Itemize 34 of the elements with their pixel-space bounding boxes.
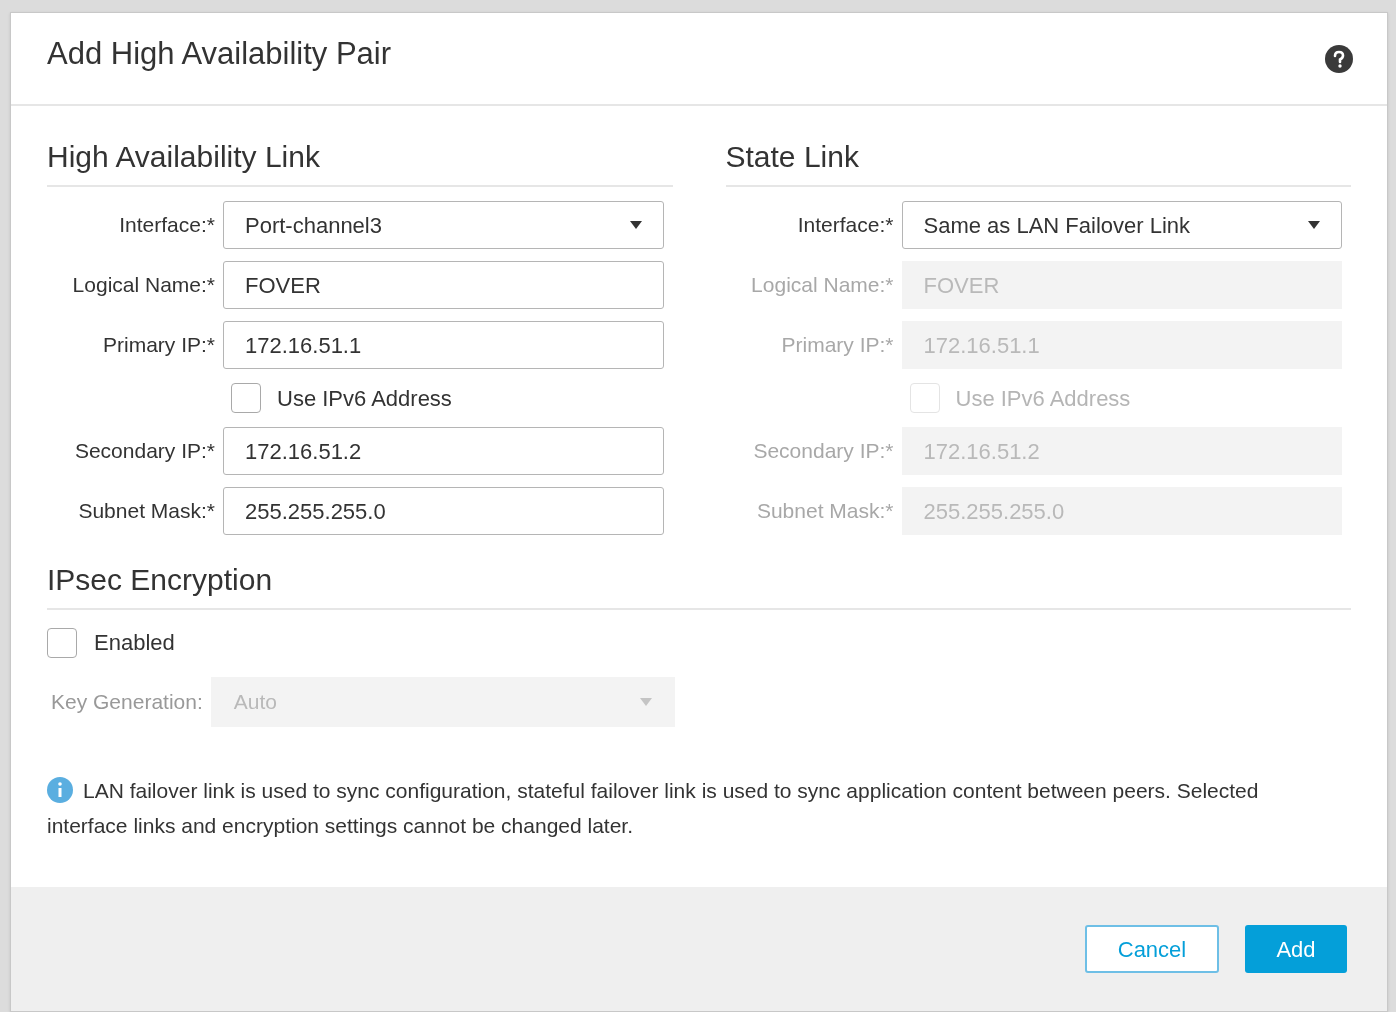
field-label: Secondary IP:* <box>752 438 895 465</box>
help-icon[interactable] <box>1325 44 1353 73</box>
checkbox-label: Use IPv6 Address <box>277 384 452 413</box>
field-label: Subnet Mask:* <box>755 498 895 525</box>
checkbox-label: Enabled <box>94 629 175 657</box>
field-label: Primary IP:* <box>780 332 895 359</box>
field-label: Key Generation: <box>50 689 204 716</box>
checkbox[interactable] <box>231 383 261 413</box>
input-field[interactable]: 172.16.51.1 <box>223 321 664 369</box>
caret-icon <box>629 221 642 229</box>
dialog-title: Add High Availability Pair <box>47 35 392 74</box>
field-label: Logical Name:* <box>71 272 216 299</box>
input-field[interactable]: FOVER <box>223 261 664 309</box>
section-title: State Link <box>725 140 859 173</box>
field-label: Secondary IP:* <box>73 438 216 465</box>
checkbox[interactable] <box>47 627 77 658</box>
input-field[interactable]: 172.16.51.2 <box>223 427 664 475</box>
cancel-button[interactable]: Cancel <box>1085 925 1219 973</box>
field-label: Primary IP:* <box>102 332 216 359</box>
input-field[interactable]: 255.255.255.0 <box>223 487 664 535</box>
field-label: Logical Name:* <box>750 272 895 299</box>
dropdown[interactable]: Port-channel3 <box>223 201 664 249</box>
info-icon <box>47 777 73 803</box>
add-button[interactable]: Add <box>1245 925 1347 973</box>
field-label: Subnet Mask:* <box>77 498 216 525</box>
info-text: LAN failover link is used to sync configuration, stateful failover link is used to sync application content between peers. Selected interface links and encryption settings cannot be changed later. <box>47 776 1260 839</box>
caret-icon <box>640 698 652 706</box>
field-label: Interface:* <box>796 212 895 239</box>
section-title: IPsec Encryption <box>47 563 273 596</box>
field-label: Interface:* <box>118 212 216 239</box>
section-title: High Availability Link <box>47 140 320 173</box>
caret-icon <box>1308 221 1320 229</box>
dropdown[interactable]: Same as LAN Failover Link <box>901 201 1342 249</box>
checkbox-label: Use IPv6 Address <box>955 384 1131 413</box>
